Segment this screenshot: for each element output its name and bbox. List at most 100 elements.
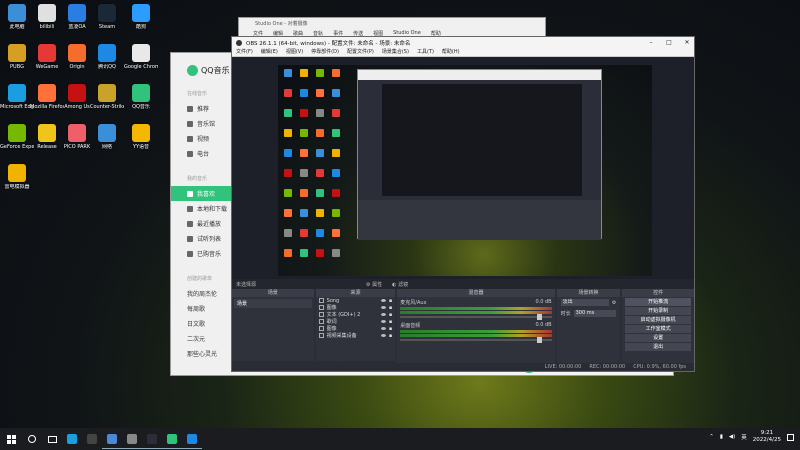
desktop-icon[interactable]: WeGame — [32, 44, 62, 80]
playlist-item[interactable]: 日文歌 — [171, 316, 233, 331]
qq-music-logo[interactable]: QQ音乐 — [187, 65, 233, 76]
obs-menu-item[interactable]: 编辑(E) — [261, 48, 278, 56]
desktop-icon[interactable]: Microsoft Edge — [0, 84, 34, 120]
qq-nav-item[interactable]: 推荐 — [171, 101, 233, 116]
qq-nav-item[interactable]: 电台 — [171, 146, 233, 161]
source-item[interactable]: 视频采集设备 ▪ — [316, 332, 396, 339]
desktop-icon[interactable]: 雷电模拟器 — [2, 164, 32, 200]
visibility-icon[interactable] — [380, 327, 386, 330]
qq-nav-item[interactable]: 最近播放 — [171, 216, 233, 231]
desktop-icon[interactable]: QQ音乐 — [126, 84, 156, 120]
qq-nav-item[interactable]: 视频 — [171, 131, 233, 146]
minimize-button[interactable]: – — [644, 39, 658, 46]
volume-slider-knob[interactable] — [536, 314, 542, 320]
input-language[interactable]: 英 — [741, 433, 747, 441]
notification-icon[interactable] — [787, 433, 794, 441]
clock[interactable]: 9:21 2022/4/25 — [753, 430, 781, 444]
scene-item[interactable]: 场景 — [234, 299, 312, 308]
obs-preview[interactable] — [232, 57, 694, 279]
transition-select[interactable]: 淡出 — [560, 299, 609, 306]
network-icon[interactable]: ▮ — [720, 434, 723, 440]
lock-icon[interactable]: ▪ — [389, 333, 392, 339]
taskbar-app[interactable] — [182, 429, 202, 449]
desktop-icon[interactable]: 酷狗 — [126, 4, 156, 40]
playlist-item[interactable]: 那些心灵光 — [171, 346, 233, 361]
lock-icon[interactable]: ▪ — [389, 298, 392, 304]
desktop-icon[interactable]: GeForce Experience — [0, 124, 34, 160]
visibility-icon[interactable] — [380, 334, 386, 337]
desktop-icon[interactable]: PICO PARK — [62, 124, 92, 160]
qq-nav-item[interactable]: 音乐馆 — [171, 116, 233, 131]
start-button[interactable] — [0, 434, 22, 444]
visibility-icon[interactable] — [380, 320, 386, 323]
obs-menu-item[interactable]: 视图(V) — [286, 48, 303, 56]
obs-menu-item[interactable]: 工具(T) — [417, 48, 434, 56]
desktop-icon[interactable]: 此电脑 — [2, 4, 32, 40]
source-item[interactable]: 图像 ▪ — [316, 325, 396, 332]
obs-menu-item[interactable]: 帮助(H) — [442, 48, 460, 56]
obs-statusbar: LIVE: 00:00:00 REC: 00:00:00 CPU: 0.9%, 60… — [232, 363, 694, 371]
lock-icon[interactable]: ▪ — [389, 326, 392, 332]
desktop-icon[interactable]: Google Chrome — [124, 44, 158, 80]
desktop-icon[interactable]: Origin — [62, 44, 92, 80]
control-button[interactable]: 工作室模式 — [625, 325, 692, 333]
desktop-icon[interactable]: bilibili — [32, 4, 62, 40]
lock-icon[interactable]: ▪ — [389, 319, 392, 325]
properties-button[interactable]: ⚙ 属性 — [366, 281, 382, 288]
desktop-icon[interactable]: PUBG — [2, 44, 32, 80]
filters-button[interactable]: ◐ 滤镜 — [392, 281, 408, 288]
playlist-item[interactable]: 二次元 — [171, 331, 233, 346]
task-view-icon[interactable] — [42, 429, 62, 449]
lock-icon[interactable]: ▪ — [389, 312, 392, 318]
obs-menu-item[interactable]: 文件(F) — [236, 48, 253, 56]
taskbar-app[interactable] — [122, 429, 142, 449]
search-icon[interactable] — [22, 429, 42, 449]
visibility-icon[interactable] — [380, 306, 386, 309]
desktop-icon[interactable]: Counter-Strike — [90, 84, 124, 120]
tray-chevron-icon[interactable]: ⌃ — [709, 434, 714, 440]
desktop-icon[interactable]: Steam — [92, 4, 122, 40]
control-button[interactable]: 开始推流 — [625, 298, 692, 306]
qq-nav-item[interactable]: 已购音乐 — [171, 246, 233, 261]
volume-slider[interactable] — [400, 314, 552, 320]
obs-menu-item[interactable]: 场景集合(S) — [382, 48, 409, 56]
taskbar-app[interactable] — [82, 429, 102, 449]
source-item[interactable]: 文本 (GDI+) 2 ▪ — [316, 311, 396, 318]
qq-nav-item[interactable]: 试听列表 — [171, 231, 233, 246]
control-button[interactable]: 退出 — [625, 343, 692, 351]
qq-nav-item[interactable]: 本地和下载 — [171, 201, 233, 216]
close-button[interactable]: ✕ — [680, 39, 694, 46]
source-item[interactable]: 图像 ▪ — [316, 304, 396, 311]
lock-icon[interactable]: ▪ — [389, 305, 392, 311]
obs-menu-item[interactable]: 配置文件(P) — [347, 48, 374, 56]
volume-slider[interactable] — [400, 337, 552, 343]
desktop-icon[interactable]: Release — [32, 124, 62, 160]
control-button[interactable]: 启动虚拟摄像机 — [625, 316, 692, 324]
taskbar-app[interactable] — [62, 429, 82, 449]
transition-settings-icon[interactable]: ⚙ — [612, 300, 616, 306]
playlist-item[interactable]: 我的周杰伦 — [171, 286, 233, 301]
desktop-icon[interactable]: 腾讯QQ — [92, 44, 122, 80]
visibility-icon[interactable] — [380, 299, 386, 302]
desktop-icon[interactable]: Among Us — [62, 84, 92, 120]
maximize-button[interactable]: □ — [662, 39, 676, 46]
visibility-icon[interactable] — [380, 313, 386, 316]
control-button[interactable]: 开始录制 — [625, 307, 692, 315]
desktop-icon[interactable]: YY语音 — [126, 124, 156, 160]
source-item[interactable]: Song ▪ — [316, 297, 396, 304]
taskbar-app[interactable] — [142, 429, 162, 449]
obs-menu-item[interactable]: 停靠部件(D) — [311, 48, 339, 56]
taskbar-app[interactable] — [102, 429, 122, 449]
volume-slider-knob[interactable] — [536, 337, 542, 343]
volume-icon[interactable]: ◀) — [729, 434, 735, 440]
playlist-item[interactable]: 每周歌 — [171, 301, 233, 316]
desktop-icon[interactable]: Mozilla Firefox — [30, 84, 64, 120]
obs-window[interactable]: OBS 26.1.1 (64-bit, windows) - 配置文件: 未命名… — [231, 36, 695, 372]
qq-nav-item[interactable]: 我喜欢 — [171, 186, 233, 201]
source-item[interactable]: 歌词 ▪ — [316, 318, 396, 325]
taskbar-app[interactable] — [162, 429, 182, 449]
desktop-icon[interactable]: 网络 — [92, 124, 122, 160]
desktop-icon[interactable]: 蓝凌OA — [62, 4, 92, 40]
duration-input[interactable]: 300 ms — [573, 310, 617, 317]
control-button[interactable]: 设置 — [625, 334, 692, 342]
